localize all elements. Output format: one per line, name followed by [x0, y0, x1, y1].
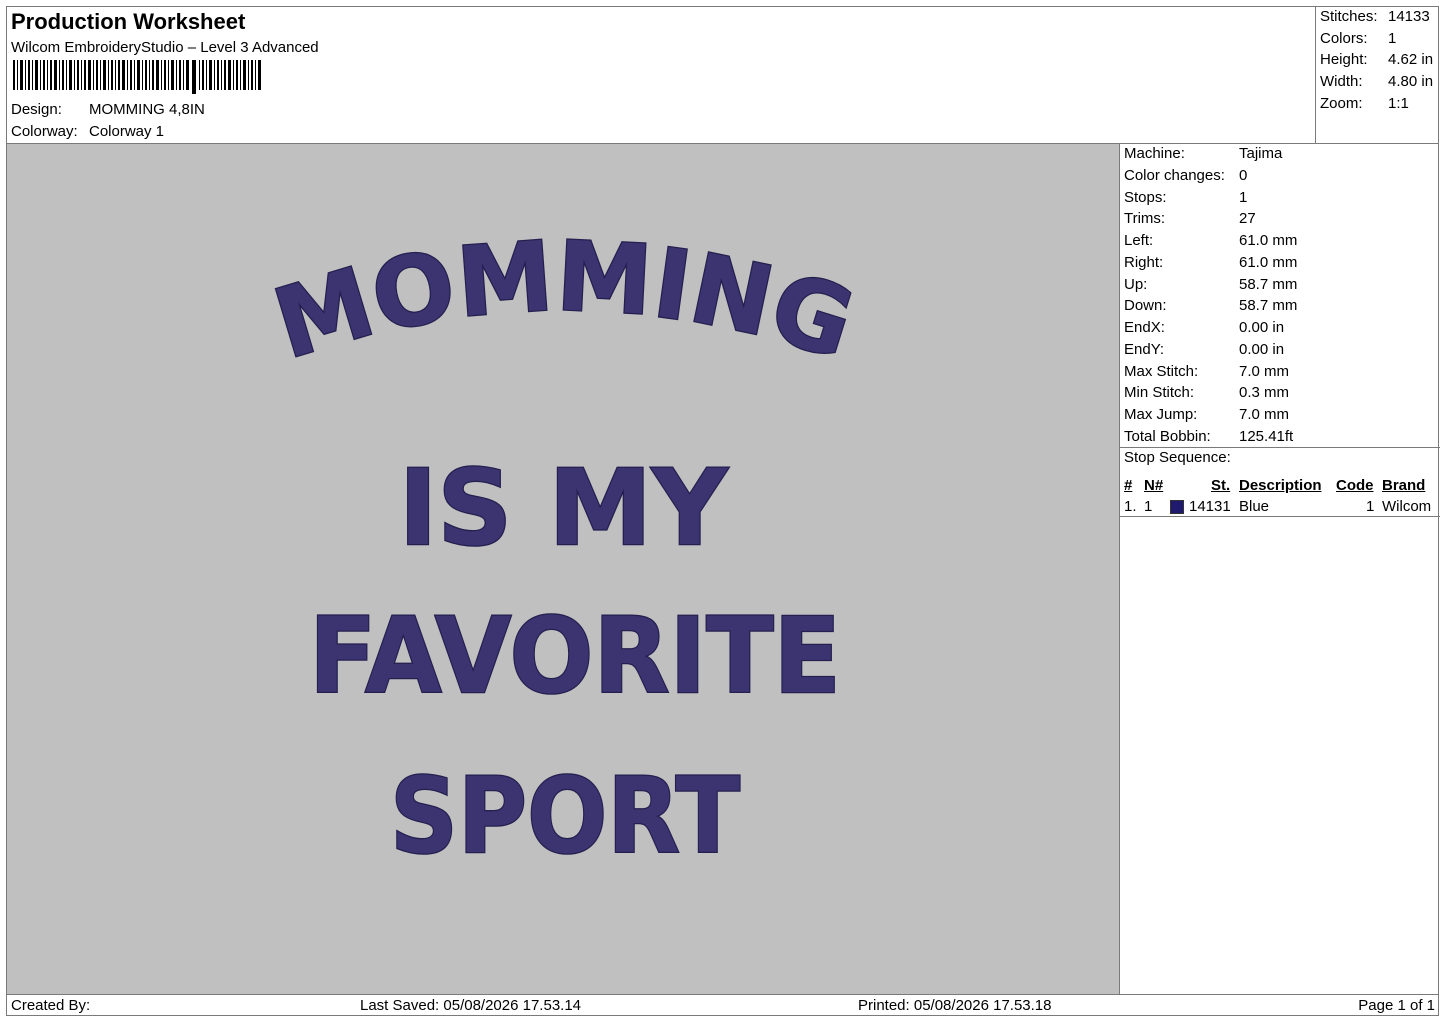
design-value: MOMMING 4,8IN: [89, 101, 205, 118]
machine-info-row: Stops: 1: [1124, 189, 1247, 206]
machine-info-label: EndX:: [1124, 319, 1165, 336]
col-description: Description: [1239, 477, 1322, 494]
machine-info-label: Down:: [1124, 297, 1167, 315]
machine-info-label: Trims:: [1124, 210, 1166, 228]
height-row: Height: 4.62 in: [1320, 51, 1438, 68]
production-worksheet: Production Worksheet Wilcom EmbroiderySt…: [6, 6, 1440, 1016]
machine-info-label: Left:: [1124, 232, 1154, 249]
machine-info-row: EndY: 0.00 in: [1124, 341, 1284, 358]
created-by: Created By:: [11, 997, 91, 1014]
design-row: Design: MOMMING 4,8IN: [11, 101, 205, 118]
design-line-3: FAVORITE: [309, 595, 841, 717]
row-index: 1.: [1124, 498, 1137, 515]
zoom-label: Zoom:: [1320, 95, 1363, 112]
machine-info-value: 0.00 in: [1239, 319, 1285, 336]
machine-info-value: 0.00 in: [1239, 340, 1285, 358]
stitches-value: 14133: [1388, 8, 1430, 25]
machine-info-label: EndY:: [1124, 340, 1165, 358]
colorway-row: Colorway: Colorway 1: [11, 123, 164, 140]
machine-info-value: 7.0 mm: [1239, 362, 1290, 380]
row-stitches: 14131: [1189, 498, 1231, 515]
colors-value: 1: [1388, 30, 1397, 47]
last-saved: Last Saved: 05/08/2026 17.53.14: [360, 997, 582, 1014]
machine-info-row: Color changes: 0: [1124, 167, 1247, 184]
col-index: #: [1124, 477, 1133, 494]
barcode-image: [13, 60, 261, 94]
stop-sequence-title: Stop Sequence:: [1124, 449, 1231, 466]
machine-info-value: 0.3 mm: [1239, 384, 1290, 402]
row-brand: Wilcom: [1382, 498, 1432, 515]
machine-info-label: Stops:: [1124, 188, 1167, 206]
colorway-value: Colorway 1: [89, 123, 165, 140]
software-name: Wilcom EmbroideryStudio – Level 3 Advanc…: [11, 39, 319, 56]
stitches-label: Stitches:: [1320, 8, 1378, 25]
machine-info-value: 7.0 mm: [1239, 406, 1290, 423]
design-summary: Stitches: 14133 Colors: 1 Height: 4.62 in W…: [1315, 7, 1439, 143]
machine-info-value: Tajima: [1239, 145, 1283, 162]
col-brand: Brand: [1382, 477, 1426, 494]
thread-color-swatch: [1170, 500, 1184, 514]
zoom-row: Zoom: 1:1: [1320, 95, 1438, 112]
design-line-1: MOMMING: [262, 220, 866, 381]
colors-label: Colors:: [1320, 30, 1368, 47]
page-number: Page 1 of 1: [1358, 997, 1435, 1014]
printed-date: Printed: 05/08/2026 17.53.18: [858, 997, 1052, 1014]
machine-info-row: EndX: 0.00 in: [1124, 319, 1284, 336]
embroidery-design: MOMMING IS MY FAVORITE SPORT: [261, 219, 867, 878]
row-description: Blue: [1239, 498, 1270, 515]
design-canvas[interactable]: MOMMING IS MY FAVORITE SPORT: [7, 144, 1119, 994]
width-label: Width:: [1320, 73, 1363, 90]
machine-info-value: 61.0 mm: [1239, 253, 1298, 271]
machine-info-row: Trims: 27: [1124, 210, 1256, 227]
colors-row: Colors: 1: [1320, 30, 1438, 47]
machine-info-label: Up:: [1124, 275, 1148, 293]
col-stitches: St.: [1211, 477, 1231, 494]
machine-info-label: Color changes:: [1124, 166, 1225, 184]
worksheet-header: Production Worksheet Wilcom EmbroiderySt…: [7, 7, 1315, 143]
machine-info-value: 58.7 mm: [1239, 297, 1298, 315]
machine-info-value: 0: [1239, 166, 1248, 184]
height-value: 4.62 in: [1388, 51, 1434, 68]
stitches-row: Stitches: 14133: [1320, 8, 1438, 25]
width-value: 4.80 in: [1388, 73, 1434, 90]
design-label: Design:: [11, 101, 62, 118]
info-divider: [1120, 447, 1440, 448]
machine-info-value: 125.41ft: [1239, 427, 1294, 445]
col-needle: N#: [1144, 477, 1164, 494]
machine-info-label: Total Bobbin:: [1124, 427, 1211, 445]
machine-info-value: 1: [1239, 188, 1248, 206]
machine-info-label: Right:: [1124, 253, 1164, 271]
machine-info-label: Machine:: [1124, 145, 1185, 162]
machine-info-label: Max Stitch:: [1124, 362, 1199, 380]
machine-info-row: Down: 58.7 mm: [1124, 297, 1297, 314]
col-code: Code: [1336, 477, 1374, 494]
worksheet-footer: Created By: Last Saved: 05/08/2026 17.53…: [7, 995, 1439, 1016]
machine-info-value: 61.0 mm: [1239, 232, 1298, 249]
worksheet-title: Production Worksheet: [11, 9, 246, 34]
machine-info-row: Right: 61.0 mm: [1124, 254, 1297, 271]
machine-info-row: Max Jump: 7.0 mm: [1124, 406, 1289, 423]
machine-info-row: Min Stitch: 0.3 mm: [1124, 384, 1289, 401]
machine-info-row: Machine: Tajima: [1124, 145, 1282, 162]
machine-info-row: Left: 61.0 mm: [1124, 232, 1297, 249]
machine-info-row: Max Stitch: 7.0 mm: [1124, 363, 1289, 380]
machine-info-row: Total Bobbin: 125.41ft: [1124, 428, 1293, 445]
machine-info-panel: Machine: Tajima Color changes: 0 Stops: 1 Trim…: [1119, 144, 1440, 994]
width-row: Width: 4.80 in: [1320, 73, 1438, 90]
design-line-2: IS MY: [399, 447, 729, 569]
colorway-label: Colorway:: [11, 123, 78, 140]
machine-info-label: Min Stitch:: [1124, 384, 1195, 402]
machine-info-value: 27: [1239, 210, 1256, 228]
machine-info-value: 58.7 mm: [1239, 275, 1298, 293]
machine-info-row: Up: 58.7 mm: [1124, 276, 1297, 293]
height-label: Height:: [1320, 51, 1368, 68]
table-divider: [1120, 516, 1440, 517]
zoom-value: 1:1: [1388, 95, 1409, 112]
design-line-4: SPORT: [390, 755, 740, 877]
machine-info-label: Max Jump:: [1124, 406, 1198, 423]
row-code: 1: [1366, 498, 1375, 515]
row-needle: 1: [1144, 498, 1153, 515]
